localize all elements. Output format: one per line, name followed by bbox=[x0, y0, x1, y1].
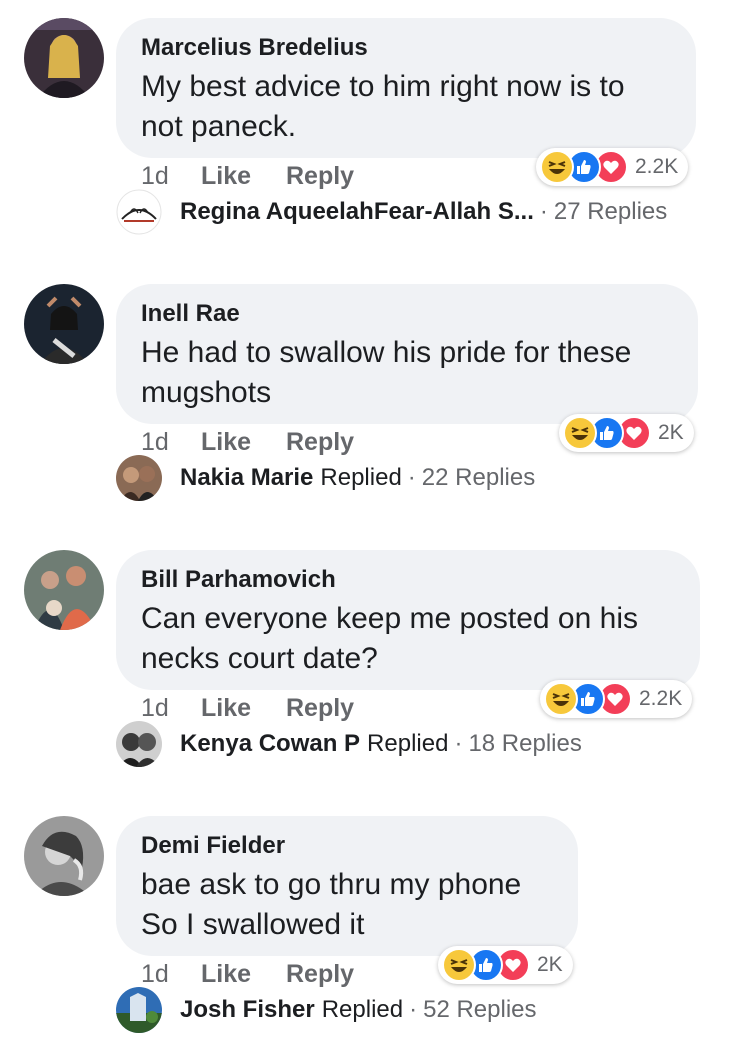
replies-count[interactable]: 27 Replies bbox=[554, 198, 667, 226]
comment-author[interactable]: Bill Parhamovich bbox=[141, 566, 674, 594]
haha-reaction-icon bbox=[442, 948, 476, 982]
comment-text-line: mugshots bbox=[141, 376, 272, 409]
timestamp[interactable]: 1d bbox=[141, 428, 169, 457]
reaction-count: 2K bbox=[537, 953, 563, 976]
comment-bubble: Inell Rae He had to swallow his pride fo… bbox=[116, 284, 698, 424]
comment: Marcelius Bredelius My best advice to hi… bbox=[0, 0, 750, 266]
comment-text-line: So I swallowed it bbox=[141, 908, 365, 941]
comment-bubble: Demi Fielder bae ask to go thru my phone… bbox=[116, 816, 578, 956]
timestamp[interactable]: 1d bbox=[141, 694, 169, 723]
separator-dot: · bbox=[454, 730, 463, 757]
comment-text-line: He had to swallow his pride for these bbox=[141, 336, 632, 369]
timestamp[interactable]: 1d bbox=[141, 960, 169, 989]
avatar bbox=[116, 721, 162, 767]
separator-dot: · bbox=[407, 464, 416, 491]
reaction-count: 2.2K bbox=[635, 155, 679, 178]
reply-button[interactable]: Reply bbox=[286, 960, 354, 989]
comment: Demi Fielder bae ask to go thru my phone… bbox=[0, 798, 750, 1064]
reply-author[interactable]: Josh Fisher bbox=[180, 996, 315, 1024]
replied-label: Replied bbox=[367, 730, 449, 757]
replies-preview[interactable]: Regina AqueelahFear-Allah S... · 27 Repl… bbox=[116, 189, 667, 235]
comment-bubble: Marcelius Bredelius My best advice to hi… bbox=[116, 18, 696, 158]
separator-dot: · bbox=[409, 996, 418, 1023]
avatar[interactable] bbox=[24, 18, 104, 98]
replies-count[interactable]: 22 Replies bbox=[422, 464, 535, 492]
comment-author[interactable]: Demi Fielder bbox=[141, 832, 552, 860]
timestamp[interactable]: 1d bbox=[141, 162, 169, 191]
reply-button[interactable]: Reply bbox=[286, 428, 354, 457]
comment-author[interactable]: Marcelius Bredelius bbox=[141, 34, 670, 62]
reactions-summary[interactable]: 2.2K bbox=[540, 680, 693, 718]
reaction-count: 2.2K bbox=[639, 687, 683, 710]
replies-preview[interactable]: Nakia Marie Replied · 22 Replies bbox=[116, 455, 535, 501]
haha-reaction-icon bbox=[544, 682, 578, 716]
replies-preview[interactable]: Kenya Cowan P Replied · 18 Replies bbox=[116, 721, 582, 767]
reply-button[interactable]: Reply bbox=[286, 694, 354, 723]
comment-text-line: bae ask to go thru my phone bbox=[141, 868, 522, 901]
replied-label: Replied bbox=[320, 464, 402, 491]
reaction-count: 2K bbox=[658, 421, 684, 444]
comment-text-line: not paneck. bbox=[141, 110, 297, 143]
avatar[interactable] bbox=[24, 550, 104, 630]
replies-count[interactable]: 18 Replies bbox=[468, 730, 581, 758]
reply-author[interactable]: Nakia Marie bbox=[180, 464, 313, 492]
replies-preview[interactable]: Josh Fisher Replied · 52 Replies bbox=[116, 987, 537, 1033]
replied-label: Replied bbox=[321, 996, 404, 1023]
comment-text-line: necks court date? bbox=[141, 642, 378, 675]
separator-dot: · bbox=[539, 198, 548, 225]
like-button[interactable]: Like bbox=[201, 694, 251, 723]
replies-count[interactable]: 52 Replies bbox=[423, 996, 536, 1024]
comment-bubble: Bill Parhamovich Can everyone keep me po… bbox=[116, 550, 700, 690]
like-button[interactable]: Like bbox=[201, 428, 251, 457]
avatar bbox=[116, 455, 162, 501]
reply-author[interactable]: Regina AqueelahFear-Allah S... bbox=[180, 198, 534, 226]
reactions-summary[interactable]: 2.2K bbox=[536, 148, 689, 186]
comment-text-line: My best advice to him right now is to bbox=[141, 70, 625, 103]
reply-author[interactable]: Kenya Cowan P bbox=[180, 730, 360, 758]
avatar[interactable] bbox=[24, 284, 104, 364]
reactions-summary[interactable]: 2K bbox=[438, 946, 573, 984]
avatar bbox=[116, 987, 162, 1033]
comment: Inell Rae He had to swallow his pride fo… bbox=[0, 266, 750, 532]
like-button[interactable]: Like bbox=[201, 960, 251, 989]
comment: Bill Parhamovich Can everyone keep me po… bbox=[0, 532, 750, 798]
like-button[interactable]: Like bbox=[201, 162, 251, 191]
reactions-summary[interactable]: 2K bbox=[559, 414, 694, 452]
avatar[interactable] bbox=[24, 816, 104, 896]
comment-text-line: Can everyone keep me posted on his bbox=[141, 602, 638, 635]
avatar bbox=[116, 189, 162, 235]
haha-reaction-icon bbox=[540, 150, 574, 184]
comment-author[interactable]: Inell Rae bbox=[141, 300, 672, 328]
reply-button[interactable]: Reply bbox=[286, 162, 354, 191]
haha-reaction-icon bbox=[563, 416, 597, 450]
